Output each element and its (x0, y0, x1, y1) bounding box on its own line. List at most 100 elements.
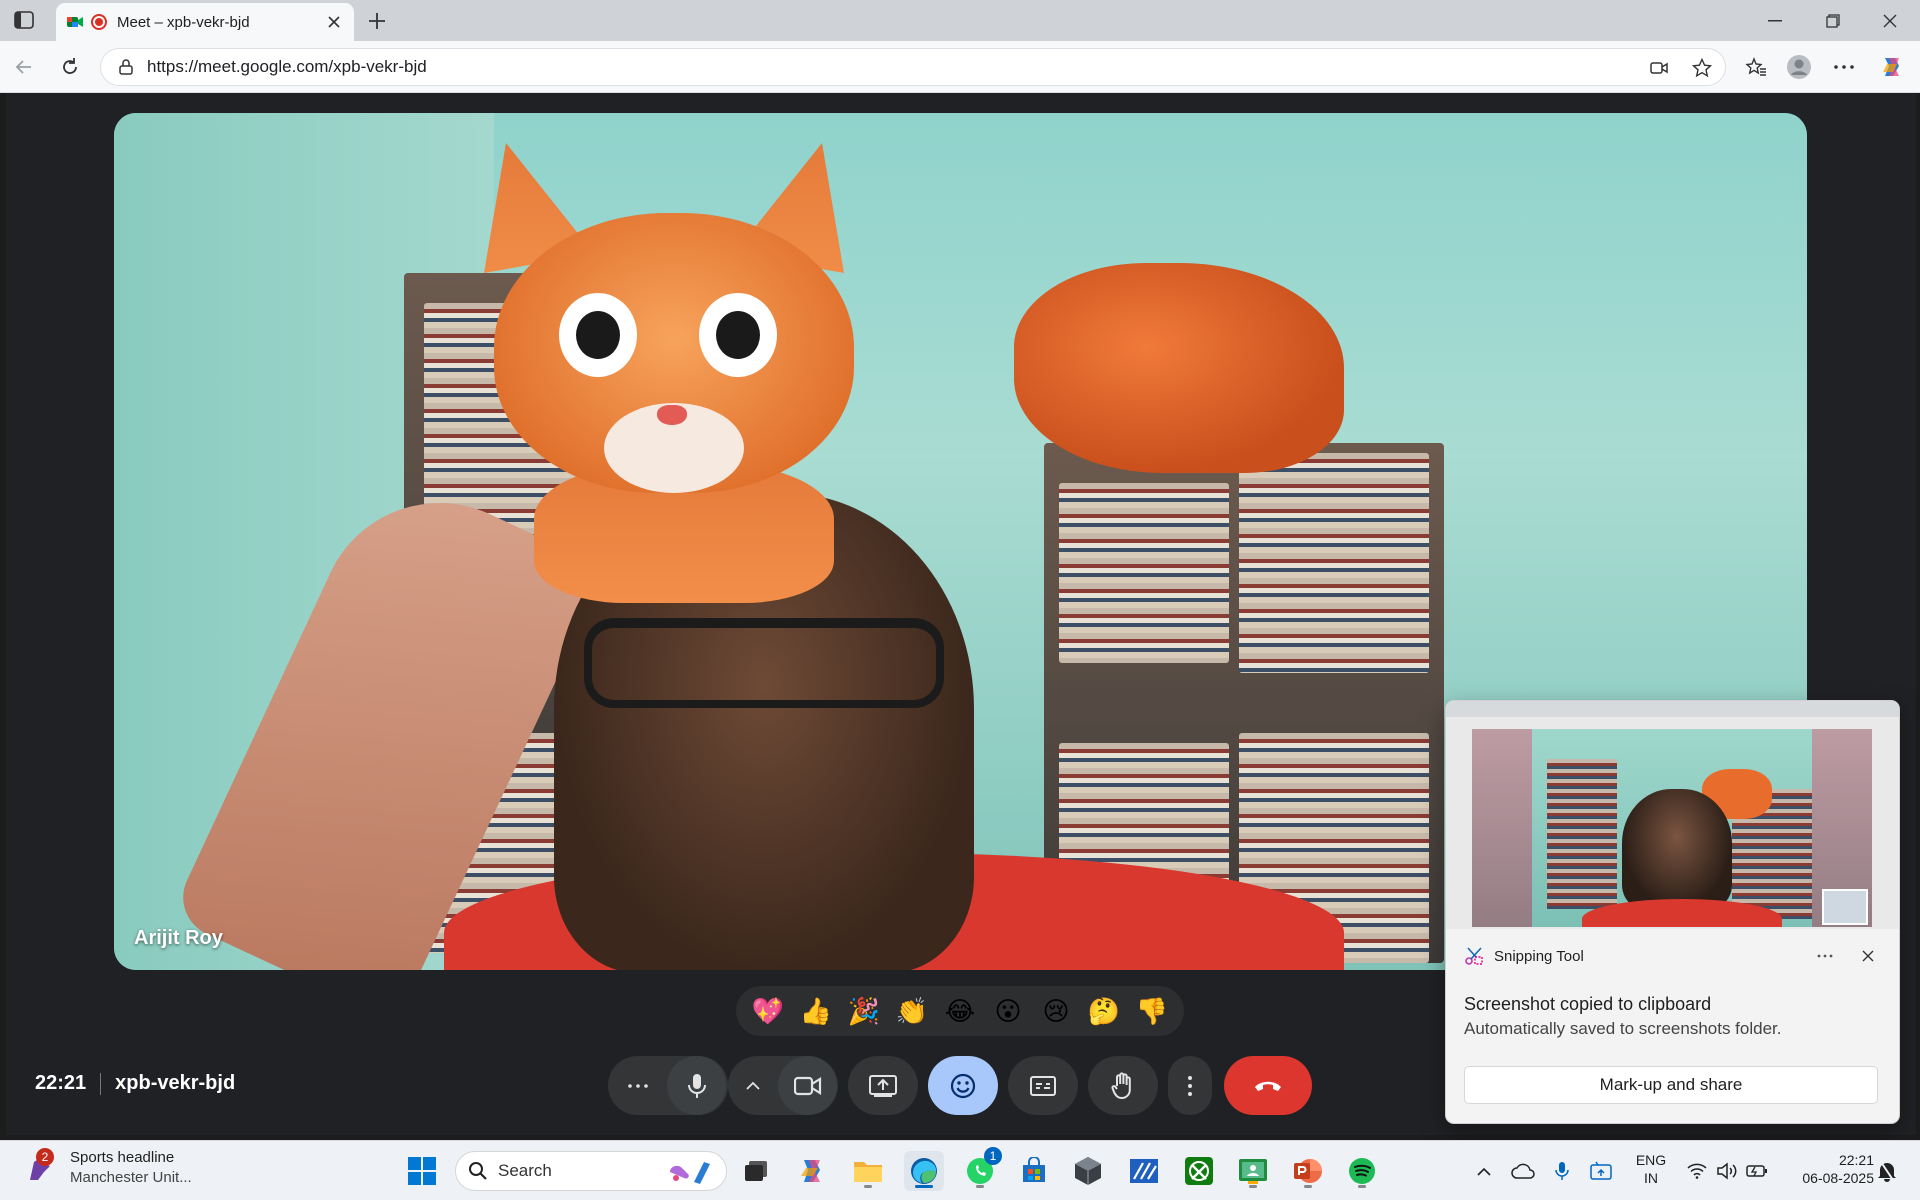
microphone-button[interactable] (667, 1056, 726, 1115)
present-screen-icon (869, 1074, 897, 1097)
snip-close-icon[interactable] (1854, 942, 1882, 970)
reactions-button[interactable] (928, 1056, 998, 1115)
tab-actions-icon[interactable] (12, 9, 36, 31)
powerpoint-icon[interactable] (1288, 1151, 1328, 1191)
cube-app-icon[interactable] (1068, 1151, 1108, 1191)
audio-control-group (608, 1056, 728, 1115)
copilot-taskbar-icon[interactable] (792, 1151, 832, 1191)
snipping-tool-notification[interactable]: Snipping Tool Screenshot copied to clipb… (1445, 700, 1900, 1124)
reaction-thinking[interactable]: 🤔 (1082, 989, 1126, 1033)
back-icon[interactable] (8, 51, 40, 83)
math-app-icon[interactable] (1124, 1151, 1164, 1191)
windows-start-icon[interactable] (402, 1151, 442, 1191)
notification-bell-icon[interactable] (1874, 1157, 1900, 1185)
classroom-app-icon[interactable] (1233, 1151, 1273, 1191)
reaction-sparkling-heart[interactable]: 💖 (746, 989, 790, 1033)
captions-button[interactable] (1008, 1056, 1078, 1115)
close-window-icon[interactable] (1862, 0, 1918, 41)
whatsapp-badge: 1 (984, 1147, 1002, 1165)
battery-icon[interactable] (1744, 1157, 1770, 1185)
camera-icon (793, 1076, 821, 1095)
microsoft-store-icon[interactable] (1014, 1151, 1054, 1191)
new-tab-icon[interactable] (364, 8, 390, 34)
meeting-info: 22:21 xpb-vekr-bjd (35, 1072, 235, 1095)
more-menu-icon[interactable] (1828, 51, 1860, 83)
reload-icon[interactable] (54, 51, 86, 83)
reaction-clapping[interactable]: 👏 (890, 989, 934, 1033)
browser-tab-bar: Meet – xpb-vekr-bjd (0, 0, 1920, 41)
snip-subtitle: Automatically saved to screenshots folde… (1464, 1019, 1782, 1038)
audio-options-button[interactable] (608, 1056, 667, 1115)
url-text[interactable]: https://meet.google.com/xpb-vekr-bjd (147, 57, 427, 77)
markup-and-share-button[interactable]: Mark-up and share (1464, 1066, 1878, 1104)
profile-avatar-icon[interactable] (1783, 51, 1815, 83)
task-view-icon[interactable] (736, 1151, 776, 1191)
active-tab[interactable]: Meet – xpb-vekr-bjd (56, 3, 354, 41)
xbox-icon[interactable] (1179, 1151, 1219, 1191)
raise-hand-icon (1111, 1071, 1131, 1099)
emoji-icon (950, 1073, 976, 1098)
snip-title: Screenshot copied to clipboard (1464, 994, 1712, 1014)
search-icon (469, 1162, 487, 1180)
google-meet-icon (67, 17, 83, 27)
site-info-icon[interactable] (117, 58, 135, 76)
copilot-icon[interactable] (1876, 51, 1908, 83)
sports-news-icon: 2 (24, 1147, 56, 1184)
snip-more-icon[interactable] (1811, 942, 1839, 970)
region-code: IN (1644, 1170, 1658, 1186)
reactions-bar: 💖 👍 🎉 👏 😂 😮 😢 🤔 👎 (736, 986, 1184, 1036)
raise-hand-button[interactable] (1088, 1056, 1158, 1115)
meeting-code: xpb-vekr-bjd (115, 1072, 236, 1094)
microphone-in-use-icon[interactable] (1549, 1157, 1575, 1185)
whatsapp-icon[interactable]: 1 (960, 1147, 1002, 1191)
reaction-laughing[interactable]: 😂 (938, 989, 982, 1033)
participant-name: Arijit Roy (134, 927, 223, 949)
microphone-icon (687, 1073, 706, 1098)
wifi-icon[interactable] (1684, 1157, 1710, 1185)
camera-in-use-icon[interactable] (1648, 57, 1670, 79)
input-language[interactable]: ENG IN (1628, 1151, 1674, 1187)
taskbar: 2 Sports headline Manchester Unit... Sea… (0, 1140, 1920, 1200)
edge-browser-icon[interactable] (904, 1151, 944, 1191)
close-tab-icon[interactable] (324, 12, 344, 32)
volume-icon[interactable] (1714, 1157, 1740, 1185)
snip-header: Snipping Tool (1464, 946, 1584, 966)
reaction-crying[interactable]: 😢 (1034, 989, 1078, 1033)
video-options-button[interactable] (728, 1056, 778, 1115)
more-options-button[interactable] (1168, 1056, 1212, 1115)
news-widget[interactable]: 2 Sports headline Manchester Unit... (24, 1147, 192, 1186)
bluetooth-transfer-icon[interactable] (1587, 1157, 1615, 1185)
meeting-time: 22:21 (35, 1072, 87, 1094)
vertical-dots-icon (1188, 1075, 1192, 1096)
screenshot-thumbnail[interactable] (1446, 701, 1899, 929)
taskbar-search[interactable]: Search (455, 1151, 727, 1191)
leave-call-button[interactable] (1224, 1056, 1312, 1115)
video-orange-cloth (1014, 263, 1344, 473)
clock-date: 06-08-2025 (1802, 1170, 1874, 1186)
chevron-up-icon (746, 1081, 760, 1090)
reaction-party-popper[interactable]: 🎉 (842, 989, 886, 1033)
video-books (1239, 453, 1429, 673)
snip-app-name: Snipping Tool (1494, 947, 1584, 965)
hang-up-icon (1255, 1081, 1281, 1091)
news-subtitle: Manchester Unit... (70, 1169, 192, 1186)
reaction-thumbs-up[interactable]: 👍 (794, 989, 838, 1033)
reaction-thumbs-down[interactable]: 👎 (1130, 989, 1174, 1033)
video-glasses (584, 618, 944, 708)
reaction-surprised[interactable]: 😮 (986, 989, 1030, 1033)
file-explorer-icon[interactable] (848, 1151, 888, 1191)
address-bar[interactable]: https://meet.google.com/xpb-vekr-bjd (100, 48, 1726, 86)
present-screen-button[interactable] (848, 1056, 918, 1115)
onedrive-icon[interactable] (1508, 1157, 1538, 1185)
camera-button[interactable] (778, 1056, 837, 1115)
cat-face-effect (454, 143, 874, 603)
spotify-icon[interactable] (1342, 1151, 1382, 1191)
favorite-star-icon[interactable] (1691, 57, 1713, 79)
clock[interactable]: 22:21 06-08-2025 (1776, 1151, 1874, 1187)
minimize-icon[interactable] (1747, 0, 1803, 41)
favorites-icon[interactable] (1740, 51, 1772, 83)
show-hidden-icons-chevron-icon[interactable] (1470, 1157, 1498, 1185)
tab-title: Meet – xpb-vekr-bjd (117, 13, 250, 31)
restore-icon[interactable] (1805, 0, 1861, 41)
search-highlight-icon (670, 1162, 710, 1184)
